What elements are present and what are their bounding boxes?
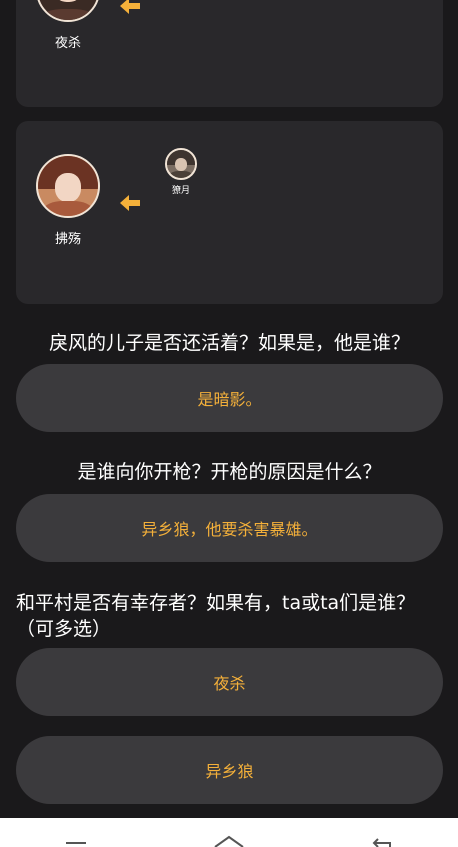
suspect-avatar-yesha (36, 0, 100, 22)
suspect-name: 夜杀 (54, 36, 81, 51)
target-name: 獠月 (171, 186, 190, 196)
left-arrow-icon (120, 195, 140, 211)
back-icon[interactable] (362, 825, 402, 847)
home-icon[interactable] (209, 825, 249, 847)
question-3: 和平村是否有幸存者？如果有，ta或ta们是谁？（可多选） (16, 592, 416, 640)
menu-icon[interactable] (56, 825, 96, 847)
suspect-avatar-fushang (36, 154, 100, 218)
answer-option-label: 异乡狼 (205, 762, 254, 781)
left-arrow-icon (120, 0, 140, 14)
answer-option[interactable]: 异乡狼，他要杀害暴雄。 (16, 494, 443, 562)
question-1: 戾风的儿子是否还活着？如果是，他是谁？ (48, 332, 410, 354)
suspect-name: 拂殇 (54, 232, 81, 247)
system-nav-bar (0, 818, 458, 847)
answer-option-label: 异乡狼，他要杀害暴雄。 (141, 520, 318, 539)
answer-option-label: 夜杀 (213, 674, 246, 693)
answer-option[interactable]: 夜杀 (16, 648, 443, 716)
answer-option[interactable]: 异乡狼 (16, 736, 443, 804)
answer-option-label: 是暗影。 (197, 390, 262, 409)
target-avatar-liaoyue (165, 148, 197, 180)
question-2: 是谁向你开枪？开枪的原因是什么？ (77, 461, 382, 483)
answer-option[interactable]: 是暗影。 (16, 364, 443, 432)
